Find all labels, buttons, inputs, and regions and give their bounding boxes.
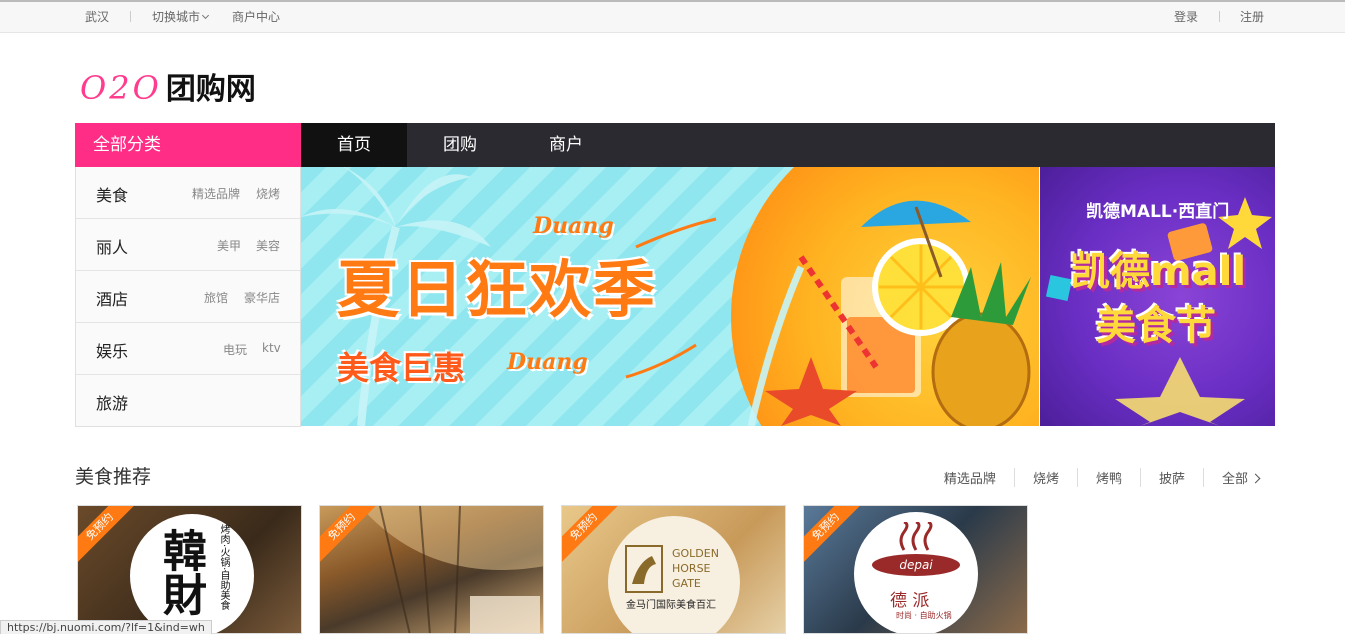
logo-line: HORSE bbox=[672, 562, 711, 575]
section-filter-links: 精选品牌 烧烤 烤鸭 披萨 全部 bbox=[926, 468, 1277, 487]
banner-duang-top: Duang bbox=[533, 213, 614, 239]
subcategory-link[interactable]: ktv bbox=[262, 341, 281, 355]
filter-link[interactable]: 精选品牌 bbox=[926, 468, 1014, 487]
subcategory-link[interactable]: 旅馆 bbox=[204, 289, 228, 306]
all-link[interactable]: 全部 bbox=[1202, 468, 1277, 487]
tab-merchant[interactable]: 商户 bbox=[513, 123, 619, 167]
top-bar: 武汉 切换城市 商户中心 登录 注册 bbox=[0, 0, 1345, 33]
main-nav: 全部分类 首页 团购 商户 bbox=[75, 123, 1275, 167]
tab-home[interactable]: 首页 bbox=[301, 123, 407, 167]
chevron-right-icon bbox=[1250, 473, 1261, 484]
promo-banner[interactable]: Duang 夏日狂欢季 美食巨惠 Duang bbox=[301, 167, 1039, 426]
subcategory-link[interactable]: 电玩 bbox=[223, 341, 247, 358]
register-link[interactable]: 注册 bbox=[1240, 8, 1264, 25]
banner-subtitle: 美食巨惠 bbox=[337, 349, 466, 387]
category-name[interactable]: 美食 bbox=[96, 182, 128, 206]
filter-link[interactable]: 烤鸭 bbox=[1076, 468, 1140, 487]
deal-card[interactable]: depai 德 派 时尚 · 自助火锅 免预约 bbox=[803, 505, 1028, 634]
logo-line: GATE bbox=[672, 577, 701, 590]
logo-line: GOLDEN bbox=[672, 547, 719, 560]
side-ad-line2: 美食节 bbox=[1096, 303, 1216, 349]
deal-card[interactable]: GOLDEN HORSE GATE 金马门国际美食百汇 免预约 bbox=[561, 505, 786, 634]
switch-city-link[interactable]: 切换城市 bbox=[152, 8, 210, 25]
category-item-travel[interactable]: 旅游 bbox=[76, 375, 300, 427]
side-ad-header: 凯德MALL·西直门 bbox=[1086, 202, 1230, 222]
chevron-down-icon bbox=[201, 11, 210, 20]
category-name[interactable]: 娱乐 bbox=[96, 338, 128, 362]
site-logo[interactable]: O2O 团购网 bbox=[80, 64, 256, 107]
subcategory-link[interactable]: 美容 bbox=[256, 237, 280, 254]
category-list: 美食 精选品牌 烧烤 丽人 美甲 美容 酒店 旅馆 豪华店 娱乐 电玩 ktv … bbox=[75, 167, 301, 427]
logo-chinese: 团购网 bbox=[165, 72, 256, 107]
subcategory-link[interactable]: 豪华店 bbox=[244, 289, 280, 306]
filter-link[interactable]: 烧烤 bbox=[1013, 468, 1077, 487]
merchant-center-link[interactable]: 商户中心 bbox=[232, 8, 280, 25]
deal-card[interactable]: 韓財 烤肉·火锅·自助美食 免预约 bbox=[77, 505, 302, 634]
tab-group-buy[interactable]: 团购 bbox=[407, 123, 513, 167]
divider bbox=[130, 11, 131, 22]
golden-horse-icon bbox=[625, 545, 663, 593]
merchant-logo-cn: 金马门国际美食百汇 bbox=[626, 600, 716, 611]
category-item-beauty[interactable]: 丽人 美甲 美容 bbox=[76, 219, 300, 271]
category-item-hotel[interactable]: 酒店 旅馆 豪华店 bbox=[76, 271, 300, 323]
category-name[interactable]: 酒店 bbox=[96, 286, 128, 310]
all-categories-button[interactable]: 全部分类 bbox=[75, 123, 301, 167]
logo-latin: O2O bbox=[80, 69, 162, 107]
banner-title: 夏日狂欢季 bbox=[337, 253, 658, 326]
merchant-logo-subtext: 烤肉·火锅·自助美食 bbox=[218, 524, 229, 611]
merchant-logo-latin: depai bbox=[872, 554, 960, 576]
steam-icon bbox=[899, 522, 933, 551]
deal-card[interactable]: 免预约 bbox=[319, 505, 544, 634]
category-name[interactable]: 丽人 bbox=[96, 234, 128, 258]
login-link[interactable]: 登录 bbox=[1174, 8, 1198, 25]
divider bbox=[1219, 11, 1220, 22]
section-title: 美食推荐 bbox=[75, 466, 152, 488]
category-item-food[interactable]: 美食 精选品牌 烧烤 bbox=[76, 167, 300, 219]
current-city: 武汉 bbox=[85, 10, 110, 24]
side-ad-line1: 凯德mall bbox=[1070, 249, 1247, 295]
subcategory-link[interactable]: 烧烤 bbox=[256, 185, 280, 202]
browser-status-url: https://bj.nuomi.com/?lf=1&ind=wh bbox=[0, 620, 212, 634]
category-name[interactable]: 旅游 bbox=[96, 390, 128, 414]
banner-duang-bottom: Duang bbox=[507, 349, 588, 375]
merchant-logo-cn: 德 派 bbox=[890, 591, 930, 611]
merchant-logo-text: GOLDEN HORSE GATE bbox=[672, 546, 719, 591]
merchant-logo-text: 韓財 bbox=[155, 528, 206, 616]
side-promo-banner[interactable]: 凯德MALL·西直门 凯德mall 美食节 bbox=[1040, 167, 1275, 426]
merchant-logo-small: 时尚 · 自助火锅 bbox=[896, 611, 952, 620]
filter-link[interactable]: 披萨 bbox=[1139, 468, 1203, 487]
subcategory-link[interactable]: 精选品牌 bbox=[192, 185, 240, 202]
subcategory-link[interactable]: 美甲 bbox=[217, 237, 241, 254]
category-item-entertainment[interactable]: 娱乐 电玩 ktv bbox=[76, 323, 300, 375]
